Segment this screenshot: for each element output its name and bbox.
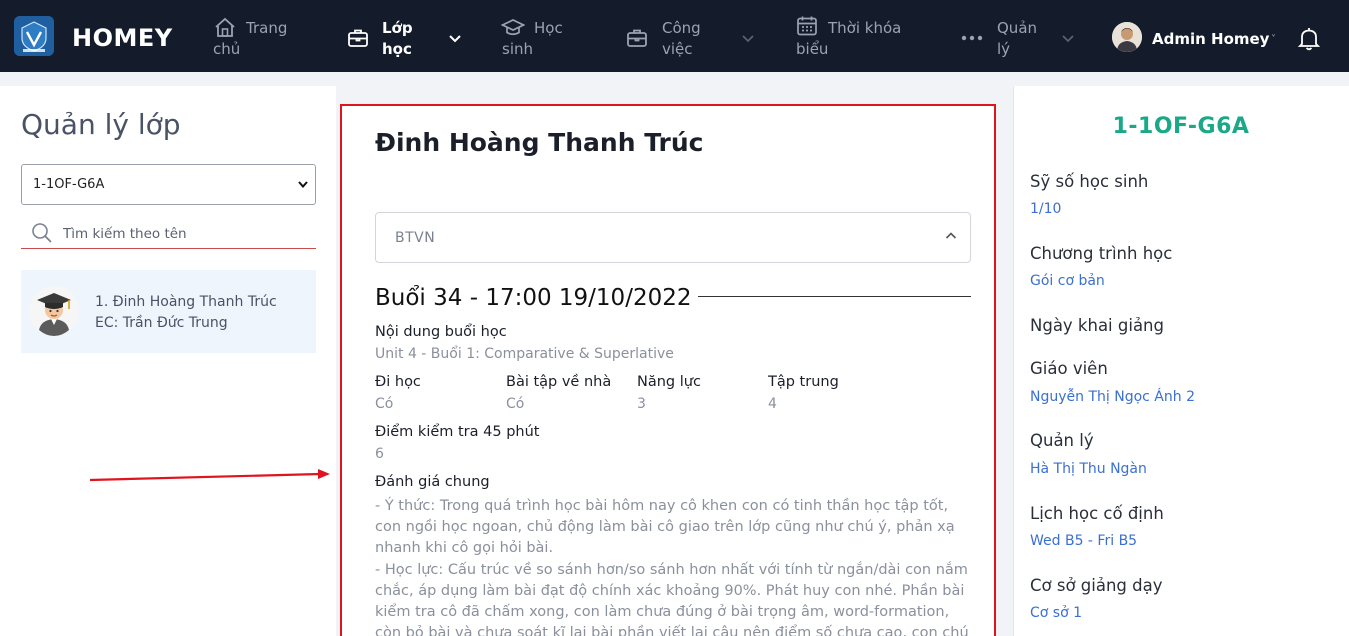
student-detail-title: Đinh Hoàng Thanh Trúc [375, 128, 704, 157]
briefcase-icon [627, 29, 647, 47]
accordion-label: BTVN [395, 230, 436, 246]
nav-label: Công [662, 19, 701, 37]
nav-item-students[interactable]: Học sinh [501, 14, 581, 62]
annotation-arrow-icon [89, 469, 330, 482]
class-select-value: 1-1OF-G6A [33, 177, 105, 192]
info-label: Sỹ số học sinh [1030, 172, 1149, 191]
page-title: Quản lý lớp [21, 108, 181, 141]
home-icon [215, 17, 235, 37]
user-avatar[interactable] [1112, 22, 1142, 52]
top-navbar: HOMEY Trang chủ Lớp học Học sinh Công vi… [0, 0, 1349, 72]
attend-value: Có [375, 396, 394, 412]
info-label: Cơ sở giảng dạy [1030, 576, 1163, 595]
nav-label: biểu [796, 40, 829, 58]
info-value[interactable]: Wed B5 - Fri B5 [1030, 533, 1137, 549]
graduation-cap-icon [501, 19, 525, 36]
student-ec: EC: Trần Đức Trung [95, 315, 228, 331]
chevron-down-icon [1062, 35, 1074, 43]
homey-logo[interactable] [14, 16, 54, 56]
focus-value: 4 [768, 396, 777, 412]
info-value[interactable]: Nguyễn Thị Ngọc Ánh 2 [1030, 389, 1195, 405]
chevron-down-icon [742, 35, 754, 43]
ability-value: 3 [637, 396, 646, 412]
more-icon [961, 35, 983, 41]
btvn-accordion[interactable]: BTVN [375, 212, 971, 263]
homework-value: Có [506, 396, 525, 412]
chevron-down-icon [298, 181, 308, 189]
nav-item-timetable[interactable]: Thời khóa biểu [795, 14, 915, 62]
nav-item-classes[interactable]: Lớp học [346, 14, 466, 62]
info-label: Giáo viên [1030, 359, 1108, 378]
content-label: Nội dung buổi học [375, 324, 507, 340]
briefcase-icon [348, 29, 368, 47]
nav-label: Thời khóa [828, 19, 902, 37]
info-value[interactable]: Cơ sở 1 [1030, 605, 1082, 621]
nav-label: Học [534, 19, 563, 37]
evaluation-text: - Ý thức: Trong quá trình học bài hôm na… [375, 496, 971, 636]
chevron-down-icon [449, 35, 461, 43]
student-detail-panel: Đinh Hoàng Thanh Trúc BTVN Buổi 34 - 17:… [340, 104, 996, 636]
search-icon [32, 223, 52, 243]
evaluation-label: Đánh giá chung [375, 474, 490, 490]
user-menu-caret[interactable]: ˅ [1271, 34, 1276, 45]
nav-label: chủ [213, 40, 241, 58]
class-select[interactable]: 1-1OF-G6A [21, 164, 316, 205]
focus-label: Tập trung [768, 374, 839, 390]
nav-label: Trang [246, 19, 288, 37]
nav-label: việc [662, 40, 693, 58]
student-name: 1. Đinh Hoàng Thanh Trúc [95, 294, 277, 310]
evaluation-paragraph: - Ý thức: Trong quá trình học bài hôm na… [375, 498, 955, 557]
info-value[interactable]: Hà Thị Thu Ngàn [1030, 461, 1147, 477]
student-avatar-icon [29, 286, 79, 336]
info-label: Chương trình học [1030, 244, 1173, 263]
class-info-panel: 1-1OF-G6A Sỹ số học sinh 1/10 Chương trì… [1013, 86, 1349, 636]
user-name[interactable]: Admin Homey [1152, 30, 1269, 48]
bell-icon[interactable] [1297, 26, 1321, 52]
calendar-icon [797, 16, 817, 36]
nav-label: Quản [997, 19, 1038, 37]
search-input[interactable] [63, 224, 303, 244]
nav-label: Lớp [382, 19, 413, 37]
nav-label: học [382, 40, 412, 58]
attend-label: Đi học [375, 374, 421, 390]
test-value: 6 [375, 446, 384, 462]
nav-label: sinh [502, 40, 533, 58]
brand-name[interactable]: HOMEY [72, 24, 173, 52]
session-divider [698, 296, 971, 297]
search-box [21, 218, 316, 249]
info-value[interactable]: Gói cơ bản [1030, 273, 1105, 289]
evaluation-paragraph: - Học lực: Cấu trúc về so sánh hơn/so sá… [375, 561, 969, 636]
nav-item-tasks[interactable]: Công việc [625, 14, 760, 62]
ability-label: Năng lực [637, 374, 701, 390]
nav-label: lý [997, 40, 1011, 58]
class-list-panel: Quản lý lớp 1-1OF-G6A 1. Đinh Hoàng Than… [0, 86, 336, 636]
session-title: Buổi 34 - 17:00 19/10/2022 [375, 285, 692, 311]
test-label: Điểm kiểm tra 45 phút [375, 424, 540, 440]
info-label: Quản lý [1030, 431, 1094, 450]
homework-label: Bài tập về nhà [506, 374, 612, 390]
student-list-item[interactable]: 1. Đinh Hoàng Thanh Trúc EC: Trần Đức Tr… [21, 270, 316, 353]
nav-item-home[interactable]: Trang chủ [213, 14, 313, 62]
chevron-up-icon [945, 232, 957, 239]
info-label: Ngày khai giảng [1030, 316, 1164, 335]
info-value: 1/10 [1030, 201, 1062, 217]
class-code: 1-1OF-G6A [1112, 114, 1250, 139]
info-label: Lịch học cố định [1030, 504, 1164, 523]
content-value: Unit 4 - Buổi 1: Comparative & Superlati… [375, 346, 674, 362]
nav-item-management[interactable]: Quản lý [960, 14, 1080, 62]
